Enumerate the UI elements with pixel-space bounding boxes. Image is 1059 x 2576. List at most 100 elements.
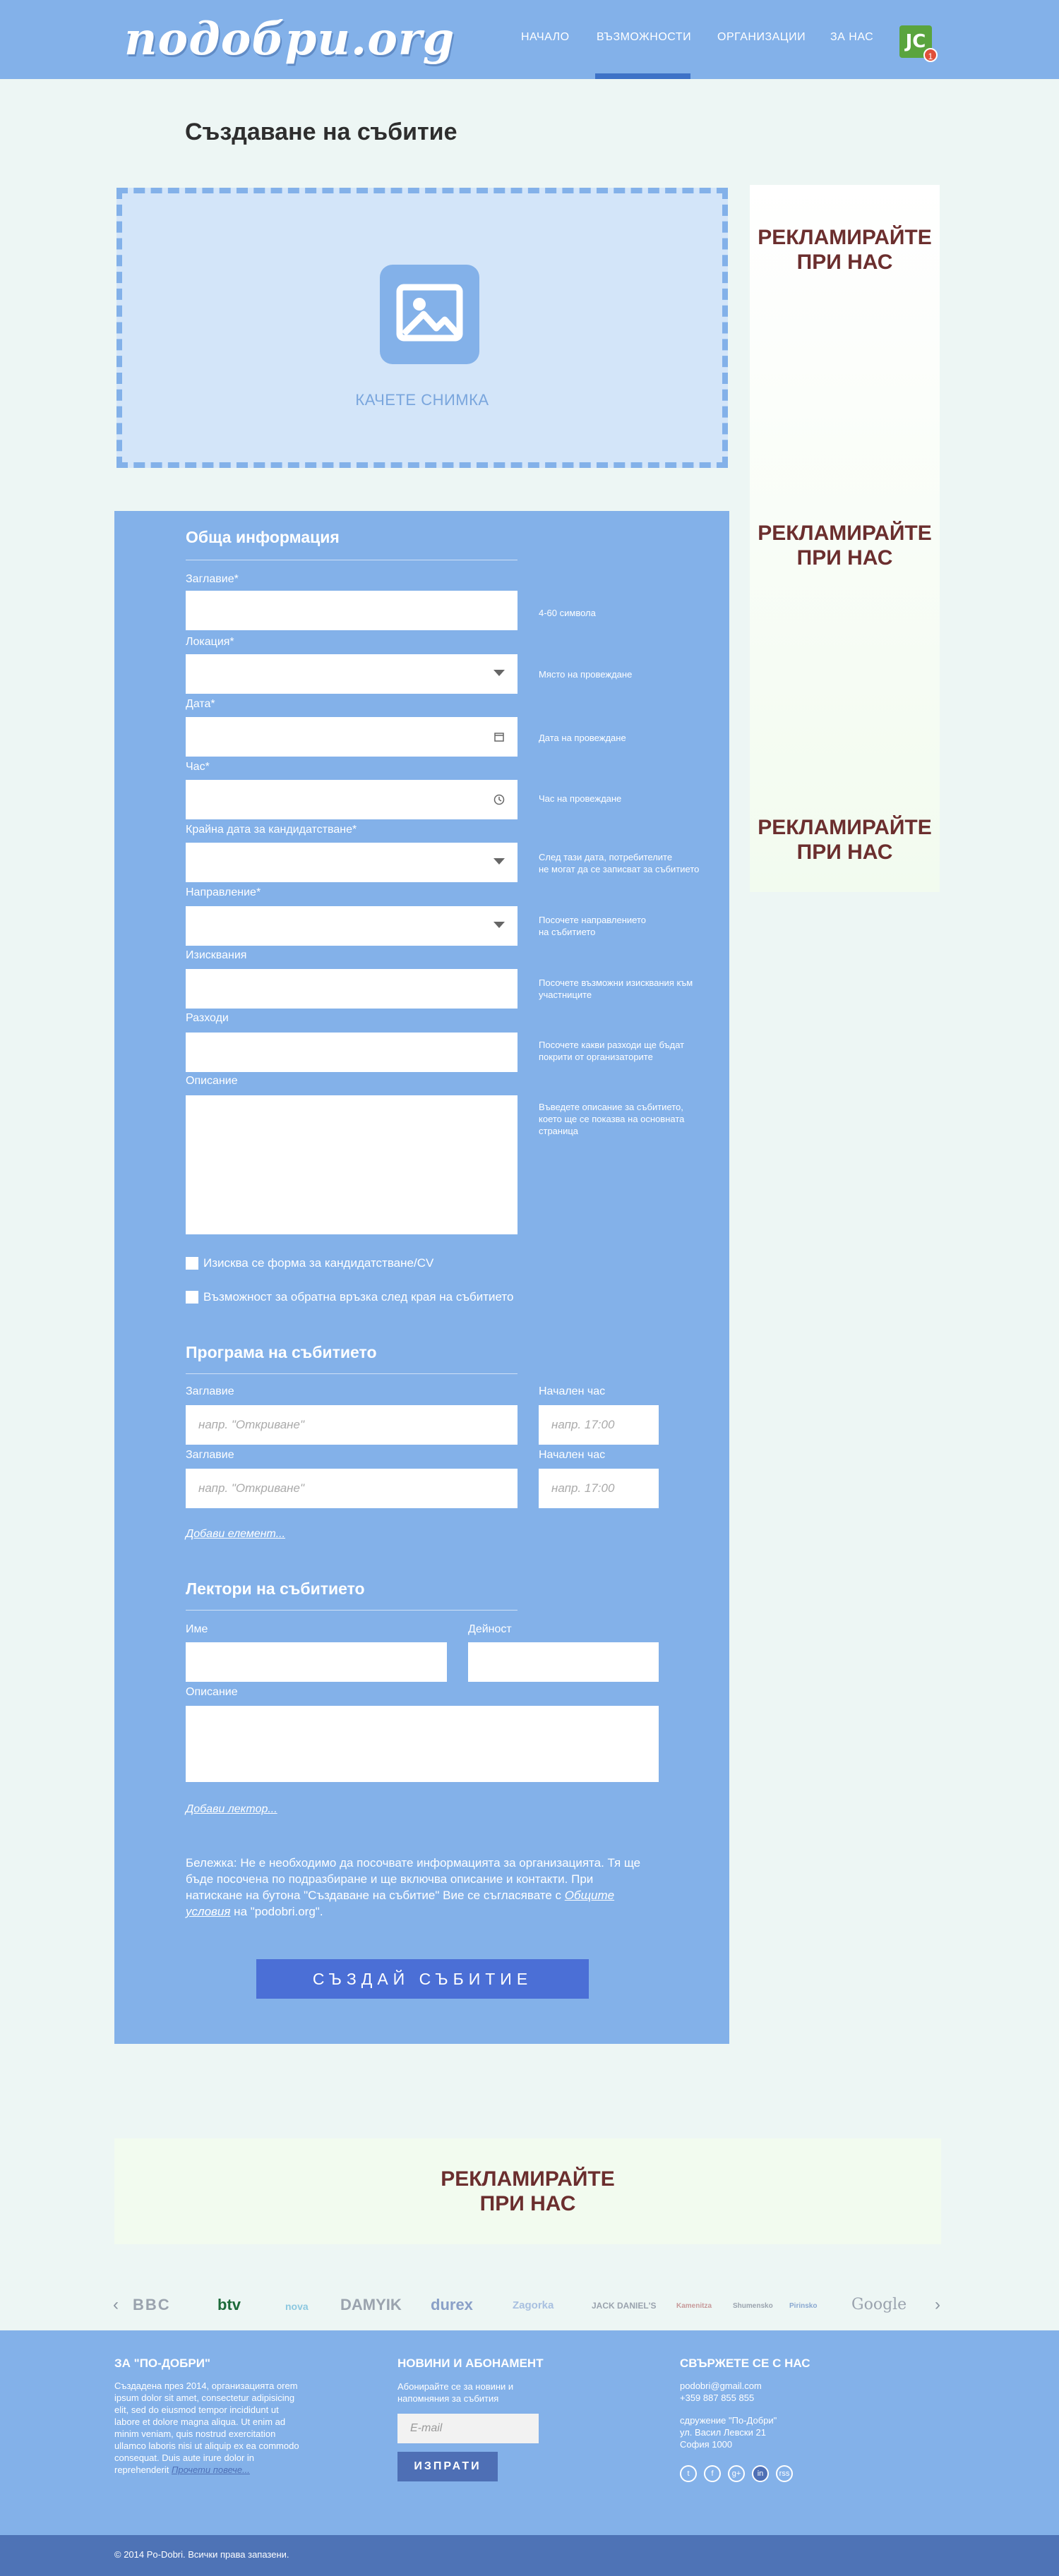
twitter-icon[interactable]: t	[680, 2465, 697, 2482]
contact-org: сдружение "По-Добри"	[680, 2415, 777, 2426]
partners-next-arrow[interactable]: ›	[935, 2295, 940, 2315]
copyright-bar: © 2014 Po-Dobri. Всички права запазени.	[0, 2535, 1059, 2576]
calendar-icon[interactable]	[493, 731, 505, 742]
description-label: Описание	[186, 1075, 238, 1087]
title-label: Заглавие*	[186, 573, 239, 585]
footer-news-text: Абонирайте се за новини и напомняния за …	[397, 2381, 514, 2404]
create-event-button[interactable]: СЪЗДАЙ СЪБИТИЕ	[256, 1959, 589, 1999]
partner-logo[interactable]: btv	[217, 2296, 241, 2314]
newsletter-email-input[interactable]: E-mail	[397, 2414, 539, 2443]
partners-prev-arrow[interactable]: ‹	[113, 2295, 119, 2315]
nav-opportunities[interactable]: ВЪЗМОЖНОСТИ	[597, 31, 691, 44]
header: подобри.org НАЧАЛО ВЪЗМОЖНОСТИ ОРГАНИЗАЦ…	[0, 0, 1059, 79]
chevron-down-icon	[493, 858, 505, 865]
logo[interactable]: подобри.org	[124, 13, 455, 66]
terms-note: Бележка: Не е необходимо да посочвате ин…	[186, 1856, 641, 1918]
location-hint: Място на провеждане	[539, 669, 633, 680]
ad-banner-bottom[interactable]: РЕКЛАМИРАЙТЕ ПРИ НАС	[114, 2138, 941, 2244]
requirements-label: Изисквания	[186, 949, 247, 961]
footer-news-title: НОВИНИ И АБОНАМЕНТ	[397, 2357, 544, 2370]
section-general-title: Обща информация	[186, 528, 340, 546]
requirements-hint: Посочете възможни изисквания към участни…	[539, 977, 693, 1000]
linkedin-icon[interactable]: in	[752, 2465, 769, 2482]
chevron-down-icon	[493, 670, 505, 676]
clock-icon[interactable]	[493, 794, 505, 805]
program-title-input[interactable]: напр. "Откриване"	[186, 1469, 517, 1508]
direction-select[interactable]	[186, 906, 517, 946]
partner-logo[interactable]: Zagorka	[513, 2299, 554, 2311]
feedback-checkbox[interactable]	[186, 1291, 198, 1304]
chevron-down-icon	[493, 922, 505, 928]
time-input[interactable]	[186, 780, 517, 819]
partner-logo[interactable]: Kamenitza	[676, 2302, 712, 2310]
contact-city: София 1000	[680, 2439, 733, 2450]
deadline-select[interactable]	[186, 843, 517, 882]
googleplus-icon[interactable]: g+	[728, 2465, 745, 2482]
date-input[interactable]	[186, 717, 517, 757]
partner-logo[interactable]: BBC	[133, 2296, 171, 2314]
program-time-label: Начален час	[539, 1449, 606, 1461]
ad-text-3: РЕКЛАМИРАЙТЕ ПРИ НАС	[758, 816, 932, 864]
lecturer-name-label: Име	[186, 1623, 208, 1635]
section-divider	[186, 1373, 517, 1374]
description-hint: Въведете описание за събитието, което ще…	[539, 1102, 685, 1136]
location-select[interactable]	[186, 654, 517, 694]
time-label: Час*	[186, 761, 210, 773]
contact-street: ул. Васил Левски 21	[680, 2427, 766, 2438]
image-upload-area[interactable]: КАЧЕТЕ СНИМКА	[116, 188, 728, 468]
lecturer-description-label: Описание	[186, 1686, 238, 1698]
facebook-icon[interactable]: f	[704, 2465, 721, 2482]
lecturer-name-input[interactable]	[186, 1642, 447, 1682]
nav-organizations[interactable]: ОРГАНИЗАЦИИ	[717, 31, 806, 44]
deadline-label: Крайна дата за кандидатстване*	[186, 824, 357, 836]
footer-about-title: ЗА "ПО-ДОБРИ"	[114, 2357, 210, 2370]
copyright-text: © 2014 Po-Dobri. Всички права запазени.	[114, 2549, 289, 2560]
nav-about[interactable]: ЗА НАС	[830, 31, 873, 44]
section-program-title: Програма на събитието	[186, 1343, 377, 1361]
image-icon	[380, 265, 479, 364]
lecturer-activity-input[interactable]	[468, 1642, 659, 1682]
notification-badge[interactable]: 1	[923, 48, 938, 62]
deadline-hint: След тази дата, потребителите не могат д…	[539, 852, 700, 874]
partner-logo[interactable]: durex	[431, 2296, 473, 2314]
footer-about-text: Създадена през 2014, организацията orem …	[114, 2381, 299, 2475]
partner-logo[interactable]: JACK DANIEL'S	[592, 2301, 657, 2311]
nav-active-indicator	[595, 73, 690, 79]
partner-logo[interactable]: Shumensko	[733, 2302, 773, 2310]
ad-text-2: РЕКЛАМИРАЙТЕ ПРИ НАС	[758, 522, 932, 570]
cv-required-checkbox[interactable]	[186, 1257, 198, 1270]
date-hint: Дата на провеждане	[539, 733, 626, 743]
page-title: Създаване на събитие	[185, 119, 457, 145]
section-divider	[186, 1610, 517, 1611]
direction-hint: Посочете направлението на събитието	[539, 915, 646, 937]
rss-icon[interactable]: rss	[776, 2465, 793, 2482]
partner-logo[interactable]: DAMYIK	[340, 2296, 402, 2314]
program-time-input[interactable]: напр. 17:00	[539, 1405, 659, 1445]
subscribe-button[interactable]: ИЗПРАТИ	[397, 2452, 498, 2481]
description-textarea[interactable]	[186, 1095, 517, 1234]
direction-label: Направление*	[186, 886, 261, 898]
program-time-label: Начален час	[539, 1385, 606, 1397]
costs-input[interactable]	[186, 1033, 517, 1072]
lecturer-activity-label: Дейност	[468, 1623, 512, 1635]
requirements-input[interactable]	[186, 969, 517, 1009]
contact-phone: +359 887 855 855	[680, 2393, 755, 2403]
costs-hint: Посочете какви разходи ще бъдат покрити …	[539, 1040, 685, 1062]
partner-logo[interactable]: Pirinsko	[789, 2302, 817, 2310]
program-title-input[interactable]: напр. "Откриване"	[186, 1405, 517, 1445]
partner-logo[interactable]: Google	[851, 2296, 907, 2313]
nav-home[interactable]: НАЧАЛО	[521, 31, 570, 44]
program-time-input[interactable]: напр. 17:00	[539, 1469, 659, 1508]
location-label: Локация*	[186, 636, 234, 648]
contact-email[interactable]: podobri@gmail.com	[680, 2380, 762, 2392]
lecturer-description-textarea[interactable]	[186, 1706, 659, 1782]
read-more-link[interactable]: Прочети повече...	[172, 2464, 250, 2475]
program-title-label: Заглавие	[186, 1449, 234, 1461]
ad-sidebar[interactable]: РЕКЛАМИРАЙТЕ ПРИ НАС РЕКЛАМИРАЙТЕ ПРИ НАС …	[750, 185, 940, 892]
title-hint: 4-60 символа	[539, 608, 596, 618]
partner-logo[interactable]: nova	[285, 2301, 309, 2312]
add-program-item-link[interactable]: Добави елемент...	[186, 1528, 285, 1541]
cv-required-label: Изисква се форма за кандидатстване/CV	[203, 1256, 434, 1270]
title-input[interactable]	[186, 591, 517, 630]
add-lecturer-link[interactable]: Добави лектор...	[186, 1803, 277, 1816]
